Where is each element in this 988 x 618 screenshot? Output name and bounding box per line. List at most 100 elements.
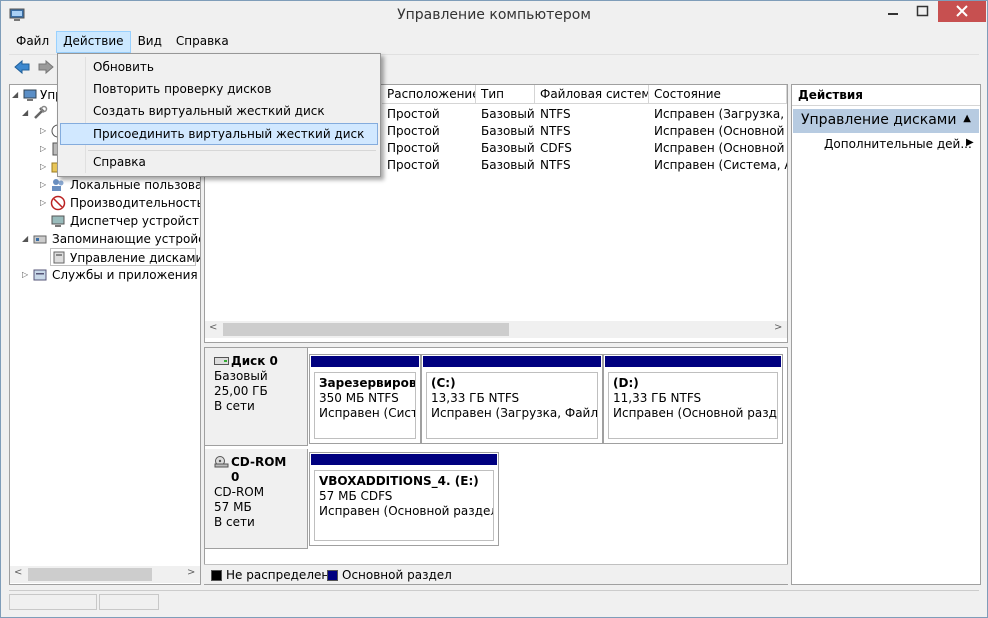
partition-status: Исправен (Основной раздел) [319,504,494,518]
expand-arrow-icon[interactable]: ▷ [40,140,46,158]
partition-info: (D:) 11,33 ГБ NTFS Исправен (Основной ра… [608,372,778,439]
column-header-layout[interactable]: Расположение [382,85,476,104]
expand-arrow-icon[interactable]: ▷ [22,266,28,284]
table-cell: Исправен (Основной ра [654,141,787,155]
more-actions-label: Дополнительные дей... [824,137,972,151]
partition-size: 13,33 ГБ NTFS [431,391,520,405]
partition-info: VBOXADDITIONS_4. (E:) 57 МБ CDFS Исправе… [314,470,494,541]
collapse-arrow-icon[interactable]: ◢ [22,230,28,248]
disk-size: 25,00 ГБ [214,384,268,398]
partition-status: Исправен (Систем [319,406,415,420]
menu-file[interactable]: Файл [9,31,56,53]
menu-separator [88,150,376,151]
forward-arrow-icon[interactable] [37,58,55,76]
column-header-status[interactable]: Состояние [649,85,787,104]
tree-label: Диспетчер устройств [70,214,201,228]
table-cell: Простой [387,141,440,155]
cdrom-0-label[interactable]: CD-ROM 0 CD-ROM 57 МБ В сети [205,449,308,549]
expand-arrow-icon[interactable]: ▷ [40,194,46,212]
submenu-arrow-icon: ▶ [966,137,974,148]
column-header-filesystem[interactable]: Файловая система [535,85,649,104]
tree-disk-management[interactable]: Управление дисками [50,248,200,266]
collapse-up-icon[interactable]: ▲ [963,113,971,124]
computer-icon [23,89,37,101]
actions-section-label: Управление дисками [801,112,957,128]
partition-size: 11,33 ГБ NTFS [613,391,702,405]
actions-section-disk-management[interactable]: Управление дисками ▲ [793,109,979,133]
maximize-button[interactable] [909,1,936,22]
table-cell: NTFS [540,124,571,138]
partition-e[interactable]: VBOXADDITIONS_4. (E:) 57 МБ CDFS Исправе… [309,452,499,546]
back-arrow-icon[interactable] [13,58,31,76]
disk-type: Базовый [214,369,268,383]
menu-item-rescan-disks[interactable]: Повторить проверку дисков [60,79,378,101]
menu-help[interactable]: Справка [169,31,236,53]
status-bar [9,590,979,612]
status-segment [9,594,97,610]
minimize-icon [888,13,898,15]
actions-pane: Действия Управление дисками ▲ Дополнител… [791,84,981,585]
disk-size: 57 МБ [214,500,252,514]
table-cell: Простой [387,107,440,121]
partition-status: Исправен (Загрузка, Файл под [431,406,598,420]
tree-label: Локальные пользовате [70,178,200,192]
tree-label: Запоминающие устройст [52,232,201,246]
tree-horizontal-scrollbar[interactable]: < > [10,566,200,583]
menu-item-refresh[interactable]: Обновить [60,57,378,79]
services-icon [33,269,47,281]
disk-name: CD-ROM 0 [231,455,287,484]
table-cell: Базовый [481,158,535,172]
scroll-right-arrow-icon[interactable]: > [774,322,782,333]
menu-item-help[interactable]: Справка [60,152,378,174]
menu-item-create-vhd[interactable]: Создать виртуальный жесткий диск [60,101,378,123]
tree-system-tools[interactable]: ◢ [22,104,62,122]
partition-info: (C:) 13,33 ГБ NTFS Исправен (Загрузка, Ф… [426,372,598,439]
partition-name: Зарезервирован [319,376,416,390]
more-actions-item[interactable]: Дополнительные дей... ▶ [824,137,974,151]
computer-management-window: Управление компьютером Файл Действие Вид… [0,0,988,618]
partition-bar [422,355,602,368]
performance-icon [50,195,66,211]
scroll-left-arrow-icon[interactable]: < [14,567,22,578]
expand-arrow-icon[interactable]: ▷ [40,176,46,194]
volume-list-horizontal-scrollbar[interactable]: < > [205,321,787,338]
scroll-thumb[interactable] [28,568,152,581]
menu-action[interactable]: Действие [56,31,131,53]
table-cell: CDFS [540,141,572,155]
expand-arrow-icon[interactable]: ▷ [40,122,46,140]
disk-management-icon [53,251,65,264]
scroll-right-arrow-icon[interactable]: > [187,567,195,578]
table-cell: Простой [387,124,440,138]
table-cell: Базовый [481,141,535,155]
expand-arrow-icon[interactable]: ▷ [40,158,46,176]
action-menu-dropdown: Обновить Повторить проверку дисков Созда… [57,53,381,177]
partition-d[interactable]: (D:) 11,33 ГБ NTFS Исправен (Основной ра… [603,354,783,444]
partition-bar [604,355,782,368]
menu-item-attach-vhd[interactable]: Присоединить виртуальный жесткий диск [60,123,378,145]
close-button[interactable] [938,1,986,22]
partition-name: VBOXADDITIONS_4. (E:) [319,474,479,488]
column-header-type[interactable]: Тип [476,85,535,104]
minimize-button[interactable] [879,1,907,22]
disk-status: В сети [214,515,255,529]
legend-primary-swatch [327,570,338,581]
close-icon [956,5,968,17]
scroll-thumb[interactable] [223,323,509,336]
collapse-arrow-icon[interactable]: ◢ [22,104,28,122]
collapse-arrow-icon[interactable]: ◢ [12,86,18,104]
partition-c[interactable]: (C:) 13,33 ГБ NTFS Исправен (Загрузка, Ф… [421,354,603,444]
tree-label: Управление дисками [70,251,201,265]
tree-label: Службы и приложения [52,268,198,282]
storage-icon [33,235,47,244]
menu-view[interactable]: Вид [131,31,169,53]
tree-label: Производительность [70,196,201,210]
actions-title: Действия [792,85,980,106]
table-cell: Исправен (Основной ра [654,124,787,138]
partition-reserved[interactable]: Зарезервирован 350 МБ NTFS Исправен (Сис… [309,354,421,444]
partition-size: 57 МБ CDFS [319,489,393,503]
disk-name: Диск 0 [231,354,278,368]
maximize-icon [916,5,929,17]
disk-0-label[interactable]: Диск 0 Базовый 25,00 ГБ В сети [205,348,308,446]
table-cell: Базовый [481,107,535,121]
scroll-left-arrow-icon[interactable]: < [209,322,217,333]
